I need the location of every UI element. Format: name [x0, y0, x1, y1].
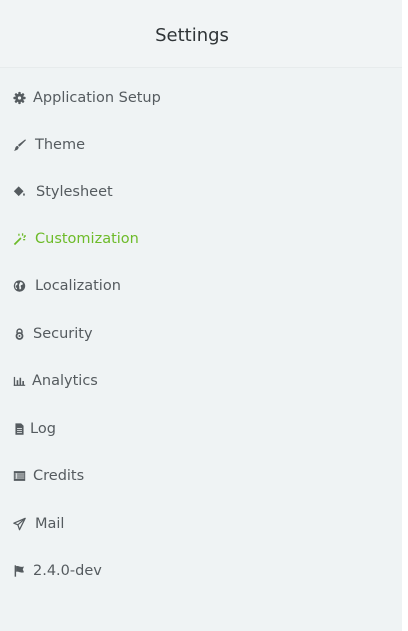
menu-item-localization[interactable]: Localization: [0, 268, 402, 304]
menu-item-label: Log: [30, 421, 56, 437]
menu-item-security[interactable]: Security: [0, 316, 402, 352]
paint-bucket-icon: [13, 186, 26, 199]
globe-icon: [13, 280, 26, 293]
menu-item-label: Analytics: [32, 373, 98, 389]
paper-plane-icon: [13, 517, 26, 531]
menu-item-mail[interactable]: Mail: [0, 506, 402, 542]
menu-item-label: Mail: [35, 516, 65, 532]
menu-item-theme[interactable]: Theme: [0, 127, 402, 163]
menu-item-label: Stylesheet: [36, 184, 113, 200]
menu-item-analytics[interactable]: Analytics: [0, 363, 402, 399]
menu-item-label: Theme: [35, 137, 86, 153]
menu-item-application-setup[interactable]: Application Setup: [0, 80, 402, 116]
list-icon: [13, 470, 26, 483]
settings-sidebar: Settings Application Setup Theme Stylesh…: [0, 0, 402, 631]
gear-icon: [13, 91, 26, 105]
bar-chart-icon: [13, 375, 26, 388]
padlock-icon: [13, 328, 26, 341]
menu-item-customization[interactable]: Customization: [0, 221, 402, 257]
flag-icon: [13, 565, 26, 578]
menu-item-label: Application Setup: [33, 90, 161, 106]
menu-item-version[interactable]: 2.4.0-dev: [0, 553, 402, 589]
file-icon: [13, 423, 26, 436]
page-title: Settings: [155, 25, 229, 46]
menu-item-label: Credits: [33, 468, 85, 484]
menu-item-label: Security: [33, 326, 93, 342]
menu-item-credits[interactable]: Credits: [0, 458, 402, 494]
menu-item-stylesheet[interactable]: Stylesheet: [0, 174, 402, 210]
menu-item-label: Localization: [35, 278, 121, 294]
brush-icon: [13, 139, 26, 152]
sidebar-header: Settings: [0, 0, 402, 68]
menu-item-label: Customization: [35, 231, 139, 247]
menu-item-log[interactable]: Log: [0, 411, 402, 447]
menu-item-label: 2.4.0-dev: [33, 563, 102, 579]
magic-wand-icon: [13, 233, 26, 246]
